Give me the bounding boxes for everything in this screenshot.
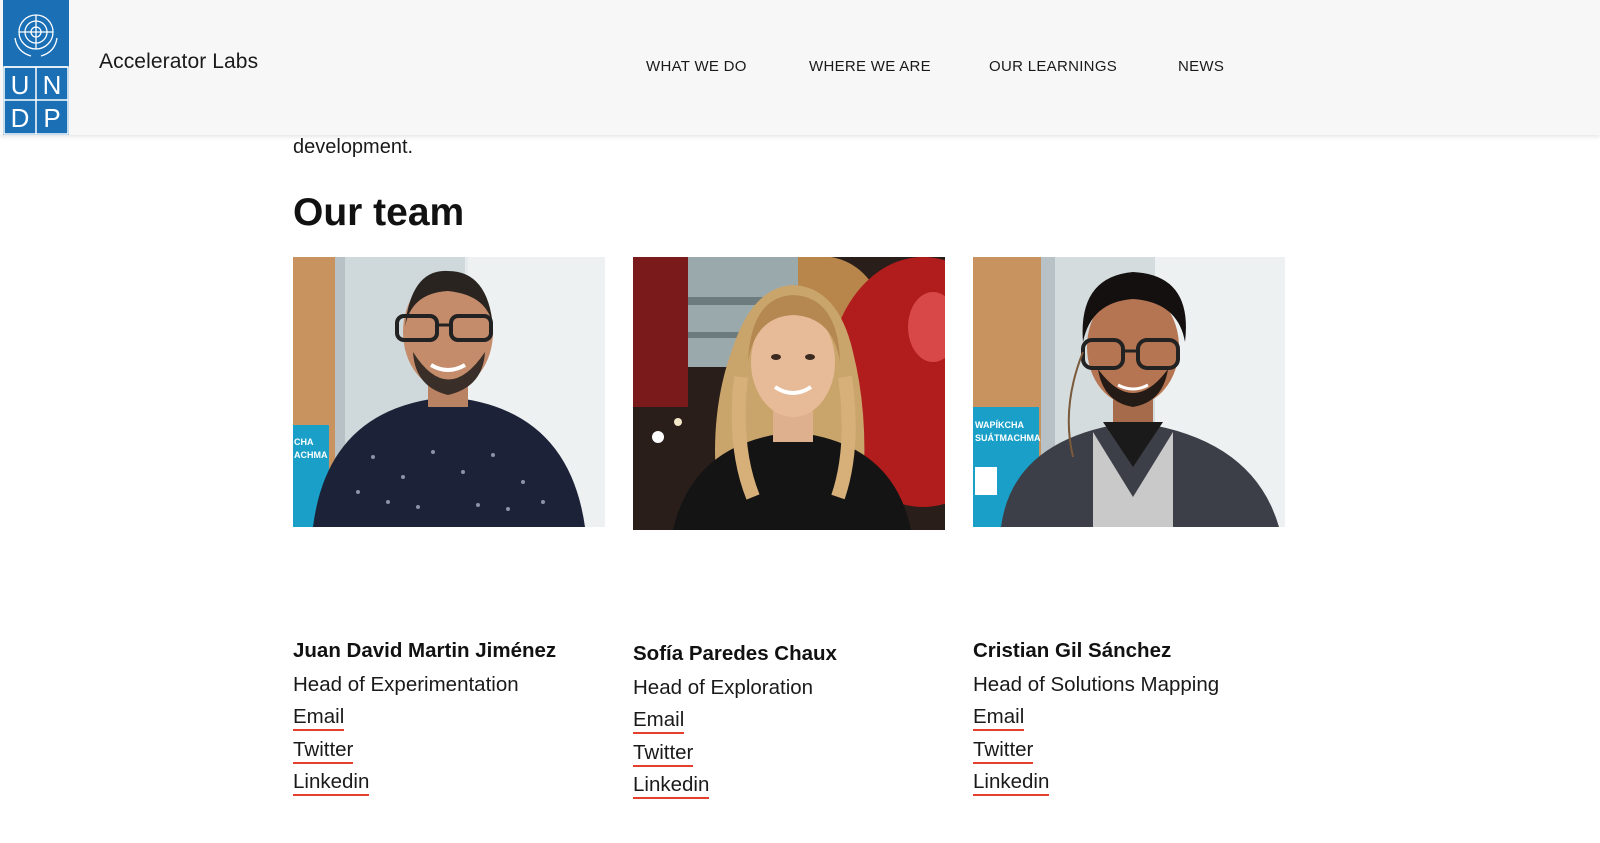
team-member-name: Cristian Gil Sánchez	[973, 639, 1172, 662]
site-header: U N D P Accelerator Labs WHAT WE DO WHER…	[0, 0, 1600, 135]
twitter-link[interactable]: Twitter	[293, 738, 354, 764]
linkedin-link[interactable]: Linkedin	[293, 770, 370, 796]
nav-what-we-do[interactable]: WHAT WE DO	[646, 58, 747, 75]
twitter-link[interactable]: Twitter	[973, 738, 1034, 764]
email-link[interactable]: Email	[633, 708, 685, 734]
team-member-photo	[633, 257, 945, 530]
nav-where-we-are[interactable]: WHERE WE ARE	[809, 58, 931, 75]
team-member-role: Head of Exploration	[633, 676, 814, 699]
team-member-role: Head of Experimentation	[293, 673, 519, 696]
poster-text-2: ACHMA	[294, 450, 328, 460]
nav-our-learnings[interactable]: OUR LEARNINGS	[989, 58, 1117, 75]
poster-text-1: WAPÍKCHA	[975, 420, 1024, 430]
site-title[interactable]: Accelerator Labs	[99, 50, 258, 74]
linkedin-link[interactable]: Linkedin	[633, 773, 710, 799]
team-member-name: Sofía Paredes Chaux	[633, 642, 837, 665]
undp-logo[interactable]: U N D P	[3, 0, 69, 135]
team-member-name: Juan David Martin Jiménez	[293, 639, 557, 662]
team-member-card: WAPÍKCHA SUÁTMACHMA Cristian Gil Sánchez…	[973, 257, 1285, 796]
poster-text-2: SUÁTMACHMA	[975, 433, 1041, 443]
nav-news[interactable]: NEWS	[1178, 58, 1224, 75]
linkedin-link[interactable]: Linkedin	[973, 770, 1050, 796]
team-member-photo: CHA ACHMA	[293, 257, 605, 527]
team-member-role: Head of Solutions Mapping	[973, 673, 1220, 696]
twitter-link[interactable]: Twitter	[633, 741, 694, 767]
team-member-photo: WAPÍKCHA SUÁTMACHMA	[973, 257, 1285, 527]
section-title: Our team	[293, 191, 465, 234]
logo-letter-u: U	[11, 70, 30, 100]
email-link[interactable]: Email	[293, 705, 345, 731]
logo-letter-n: N	[43, 70, 62, 100]
email-link[interactable]: Email	[973, 705, 1025, 731]
team-member-card: CHA ACHMA Juan David Martin Jiménez Head…	[293, 257, 605, 796]
team-member-card: Sofía Paredes Chaux Head of Exploration …	[633, 257, 945, 799]
logo-letter-d: D	[11, 103, 30, 133]
logo-letter-p: P	[43, 103, 60, 133]
intro-paragraph-tail: development.	[293, 136, 414, 158]
poster-text-1: CHA	[294, 437, 314, 447]
